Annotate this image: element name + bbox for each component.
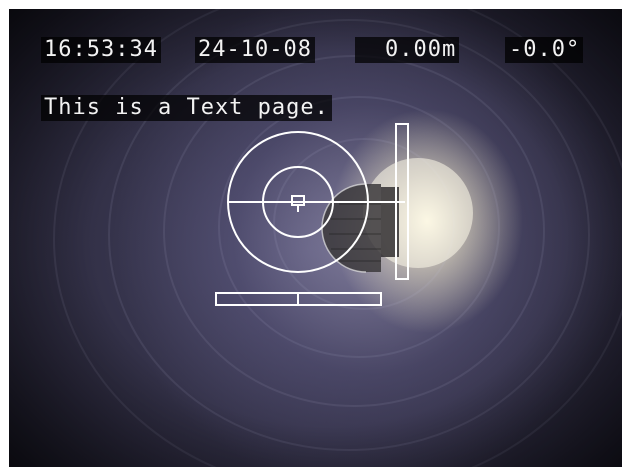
hud-time: 16:53:34	[41, 37, 161, 63]
hud-date: 24-10-08	[195, 37, 315, 63]
hud-distance: 0.00m	[355, 37, 460, 63]
target-marker-icon	[291, 195, 305, 212]
hud-text-page: This is a Text page.	[41, 95, 332, 121]
camera-frame: 16:53:34 24-10-08 0.00m -0.0° This is a …	[0, 0, 631, 472]
hud-angle: -0.0°	[505, 37, 584, 63]
crosshair-overlay	[215, 123, 409, 306]
